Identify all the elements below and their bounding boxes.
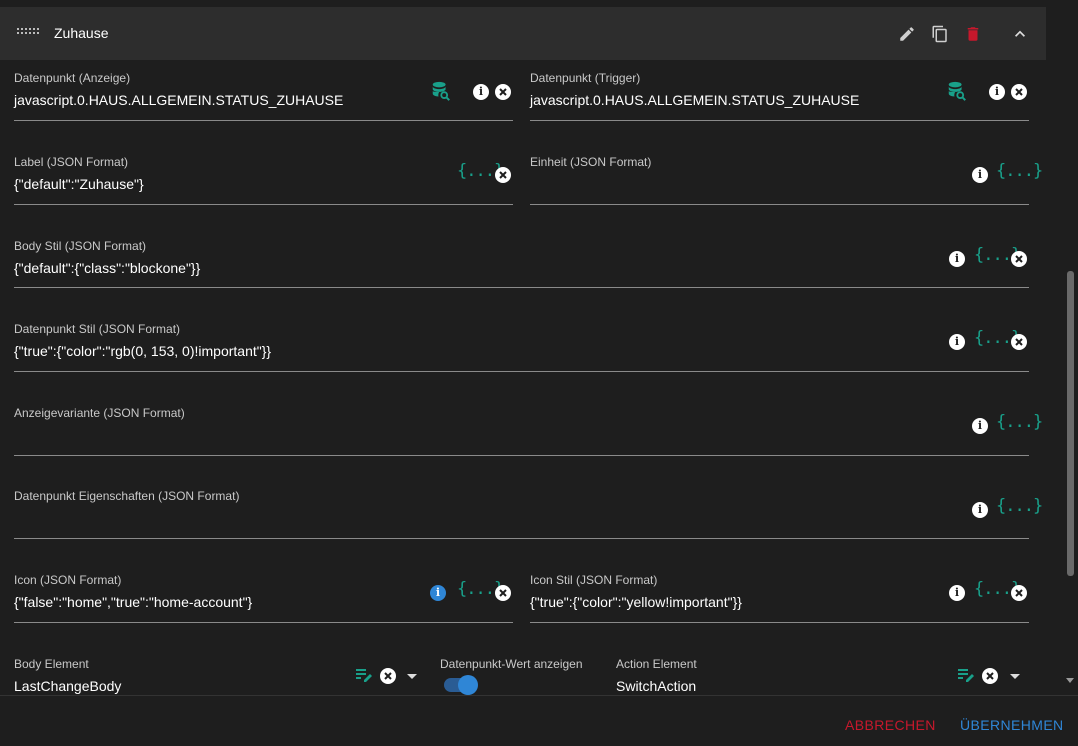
pencil-icon[interactable] [896,23,918,45]
copy-icon[interactable] [929,23,951,45]
dp-style-value[interactable]: {"true":{"color":"rgb(0, 153, 0)!importa… [14,343,271,359]
dp-display-value[interactable]: javascript.0.HAUS.ALLGEMEIN.STATUS_ZUHAU… [14,92,343,108]
body-style-field[interactable]: Body Stil (JSON Format) {"default":{"cla… [14,239,1029,288]
dp-display-field[interactable]: Datenpunkt (Anzeige) javascript.0.HAUS.A… [14,71,513,121]
edit-list-icon[interactable] [956,667,976,683]
cancel-button[interactable]: ABBRECHEN [845,717,936,733]
label-field[interactable]: Label (JSON Format) {"default":"Zuhause"… [14,155,513,205]
dp-trigger-field[interactable]: Datenpunkt (Trigger) javascript.0.HAUS.A… [530,71,1029,121]
dropdown-arrow-icon[interactable] [1010,674,1020,679]
database-search-icon[interactable] [429,79,453,103]
clear-icon[interactable] [1011,84,1027,100]
dp-properties-field[interactable]: Datenpunkt Eigenschaften (JSON Format) i… [14,489,1043,539]
display-variant-label: Anzeigevariante (JSON Format) [14,406,185,420]
drag-handle-icon[interactable] [17,25,39,37]
show-value-label: Datenpunkt-Wert anzeigen [440,657,583,671]
clear-icon[interactable] [1011,334,1027,350]
info-icon[interactable]: i [430,585,446,601]
unit-field[interactable]: Einheit (JSON Format) i {...} [530,155,1043,205]
json-editor-icon[interactable]: {...} [996,412,1043,432]
info-icon[interactable]: i [972,502,988,518]
clear-icon[interactable] [982,668,998,684]
clear-icon[interactable] [1011,585,1027,601]
dialog-footer: ABBRECHEN ÜBERNEHMEN [0,695,1078,746]
clear-icon[interactable] [495,585,511,601]
clear-icon[interactable] [495,167,511,183]
dp-style-label: Datenpunkt Stil (JSON Format) [14,322,181,336]
card-title: Zuhause [54,25,109,41]
icon-style-value[interactable]: {"true":{"color":"yellow!important"}} [530,594,742,610]
body-style-value[interactable]: {"default":{"class":"blockone"}} [14,260,200,276]
info-icon[interactable]: i [949,585,965,601]
display-variant-field[interactable]: Anzeigevariante (JSON Format) i {...} [14,406,1043,456]
scrollbar-thumb[interactable] [1067,271,1074,576]
dropdown-arrow-icon[interactable] [407,674,417,679]
body-element-select[interactable]: Body Element LastChangeBody [14,657,422,695]
action-element-select[interactable]: Action Element SwitchAction [616,657,1029,695]
icon-field-value[interactable]: {"false":"home","true":"home-account"} [14,594,252,610]
database-search-icon[interactable] [945,79,969,103]
body-style-label: Body Stil (JSON Format) [14,239,147,253]
label-field-label: Label (JSON Format) [14,155,129,169]
icon-style-field[interactable]: Icon Stil (JSON Format) {"true":{"color"… [530,573,1029,623]
clear-icon[interactable] [1011,251,1027,267]
dp-style-field[interactable]: Datenpunkt Stil (JSON Format) {"true":{"… [14,322,1029,372]
apply-button[interactable]: ÜBERNEHMEN [960,717,1064,733]
info-icon[interactable]: i [972,167,988,183]
info-icon[interactable]: i [972,418,988,434]
label-field-value[interactable]: {"default":"Zuhause"} [14,176,144,192]
icon-field[interactable]: Icon (JSON Format) {"false":"home","true… [14,573,513,623]
dp-display-label: Datenpunkt (Anzeige) [14,71,131,85]
body-element-value[interactable]: LastChangeBody [14,678,121,694]
info-icon[interactable]: i [949,251,965,267]
dp-trigger-value[interactable]: javascript.0.HAUS.ALLGEMEIN.STATUS_ZUHAU… [530,92,859,108]
dp-trigger-label: Datenpunkt (Trigger) [530,71,641,85]
json-editor-icon[interactable]: {...} [996,161,1043,181]
delete-icon[interactable] [962,23,984,45]
chevron-up-icon[interactable] [1009,23,1031,45]
action-element-value[interactable]: SwitchAction [616,678,696,694]
info-icon[interactable]: i [949,334,965,350]
action-element-label: Action Element [616,657,697,671]
body-element-label: Body Element [14,657,89,671]
clear-icon[interactable] [380,668,396,684]
json-editor-icon[interactable]: {...} [996,496,1043,516]
vertical-scrollbar[interactable] [1062,0,1078,695]
edit-list-icon[interactable] [354,667,374,683]
dp-properties-label: Datenpunkt Eigenschaften (JSON Format) [14,489,240,503]
icon-field-label: Icon (JSON Format) [14,573,122,587]
info-icon[interactable]: i [473,84,489,100]
scroll-down-arrow-icon[interactable] [1066,678,1074,683]
switch-knob [458,675,478,695]
clear-icon[interactable] [495,84,511,100]
icon-style-label: Icon Stil (JSON Format) [530,573,658,587]
card-header: Zuhause [0,7,1046,60]
unit-field-label: Einheit (JSON Format) [530,155,652,169]
show-value-switch[interactable] [444,675,478,695]
info-icon[interactable]: i [989,84,1005,100]
